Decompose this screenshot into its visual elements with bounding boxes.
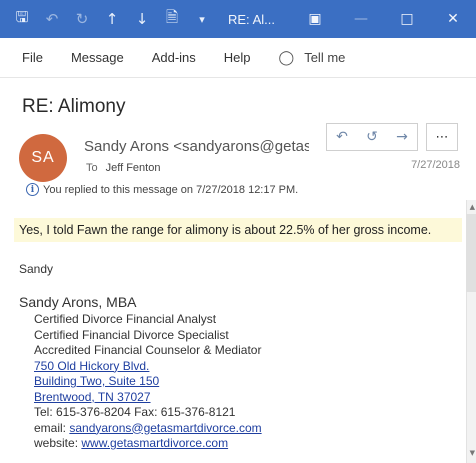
title-bar: 🖫 ↶ ↻ ↑ ↓ 🗎 ▾ RE: Al... ▣ — □ ✕ — [0, 0, 476, 38]
signature-credential: Certified Divorce Financial Analyst — [34, 312, 217, 326]
reply-info-bar[interactable]: i You replied to this message on 7/27/20… — [26, 183, 298, 196]
message-actions: ↶ ↺ → ⋯ — [326, 123, 458, 151]
scroll-up-icon[interactable]: ▲ — [470, 203, 475, 211]
forward-icon[interactable]: → — [387, 124, 417, 150]
minimize-icon[interactable]: — — [338, 0, 384, 38]
down-arrow-icon[interactable]: ↓ — [130, 7, 154, 31]
to-label: To — [86, 162, 98, 174]
signature-credential: Accredited Financial Counselor & Mediato… — [34, 343, 262, 357]
sign-off: Sandy — [19, 262, 54, 276]
address-link[interactable]: Brentwood, TN 37027 — [34, 390, 151, 404]
customize-icon[interactable]: ▾ — [190, 7, 214, 31]
lightbulb-icon: ◯ — [278, 49, 295, 66]
signature-name: Sandy Arons, MBA — [19, 294, 137, 310]
message-body-highlight: Yes, I told Fawn the range for alimony i… — [14, 218, 462, 242]
close-icon[interactable]: ✕ — [430, 0, 476, 38]
more-actions-icon[interactable]: ⋯ — [426, 123, 458, 151]
info-icon: i — [26, 183, 39, 196]
reply-icon[interactable]: ↶ — [327, 124, 357, 150]
email-signature: Sandy Arons, MBA Certified Divorce Finan… — [19, 294, 262, 452]
menu-bar: File Message Add-ins Help ◯ Tell me — [0, 38, 476, 78]
undo-icon[interactable]: ↶ — [40, 7, 64, 31]
message-date: 7/27/2018 — [411, 159, 460, 171]
save-icon[interactable]: 🖫 — [10, 7, 34, 31]
scrollbar-thumb[interactable] — [466, 214, 476, 292]
avatar[interactable]: SA — [19, 134, 67, 182]
email-label: email: — [34, 420, 67, 435]
tell-me-search[interactable]: ◯ Tell me — [279, 50, 346, 66]
address-link[interactable]: Building Two, Suite 150 — [34, 374, 159, 388]
message-subject: RE: Alimony — [22, 96, 126, 117]
document-icon[interactable]: 🗎 — [160, 7, 184, 31]
tell-me-label: Tell me — [304, 50, 346, 65]
menu-message[interactable]: Message — [71, 50, 124, 65]
maximize-icon[interactable]: □ — [384, 0, 430, 38]
website-link[interactable]: www.getasmartdivorce.com — [81, 436, 228, 450]
scroll-down-icon[interactable]: ▼ — [470, 449, 475, 457]
signature-phone: Tel: 615-376-8204 Fax: 615-376-8121 — [34, 405, 236, 419]
address-link[interactable]: 750 Old Hickory Blvd. — [34, 359, 149, 373]
menu-help[interactable]: Help — [224, 50, 251, 65]
sender-name[interactable]: Sandy Arons <sandyarons@getasr — [84, 138, 309, 155]
up-arrow-icon[interactable]: ↑ — [100, 7, 124, 31]
restore-window-icon[interactable]: ▣ — [292, 0, 338, 38]
window-title: RE: Al... — [228, 11, 275, 27]
website-label: website: — [34, 436, 79, 450]
signature-credential: Certified Financial Divorce Specialist — [34, 327, 229, 342]
redo-icon[interactable]: ↻ — [70, 7, 94, 31]
menu-file[interactable]: File — [22, 50, 43, 65]
menu-add-ins[interactable]: Add-ins — [152, 50, 196, 65]
reply-all-icon[interactable]: ↺ — [357, 124, 387, 150]
recipient-name[interactable]: Jeff Fenton — [106, 162, 161, 174]
recipient-line: To Jeff Fenton — [86, 162, 160, 174]
email-link[interactable]: sandyarons@getasmartdivorce.com — [69, 421, 261, 435]
reply-info-text: You replied to this message on 7/27/2018… — [43, 183, 299, 196]
